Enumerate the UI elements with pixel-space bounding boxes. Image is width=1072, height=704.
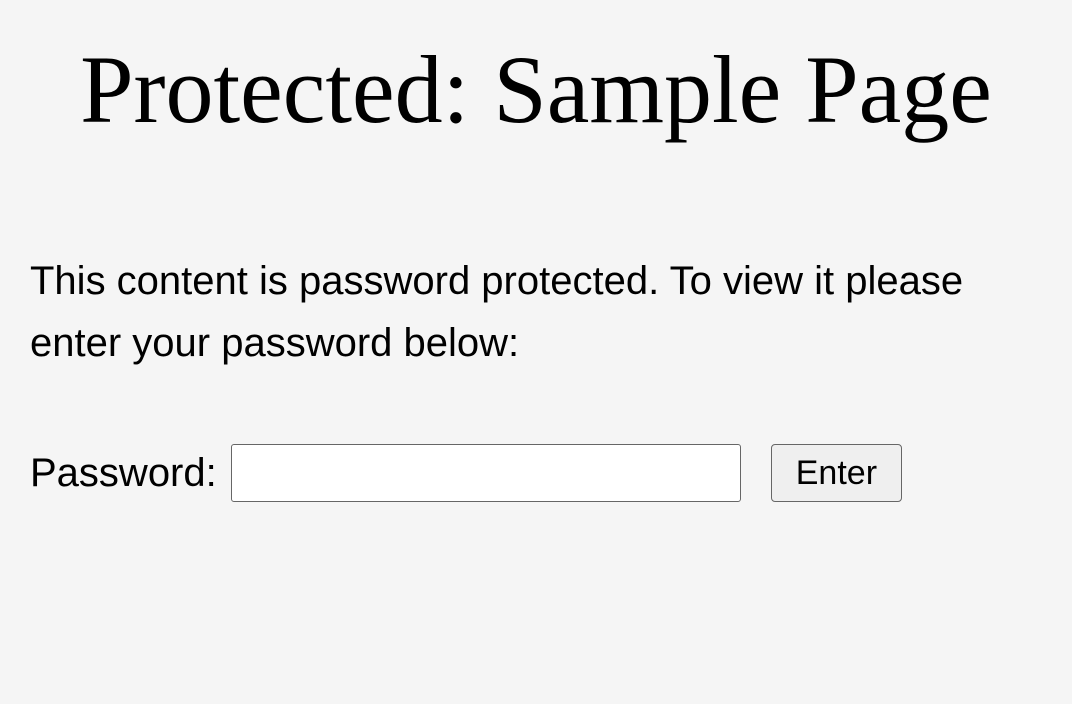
page-title: Protected: Sample Page — [30, 30, 1042, 150]
password-form: Password: Enter — [30, 444, 1042, 502]
password-label: Password: — [30, 451, 217, 496]
password-input[interactable] — [231, 444, 741, 502]
password-prompt-text: This content is password protected. To v… — [30, 250, 1042, 374]
enter-button[interactable]: Enter — [771, 444, 902, 502]
